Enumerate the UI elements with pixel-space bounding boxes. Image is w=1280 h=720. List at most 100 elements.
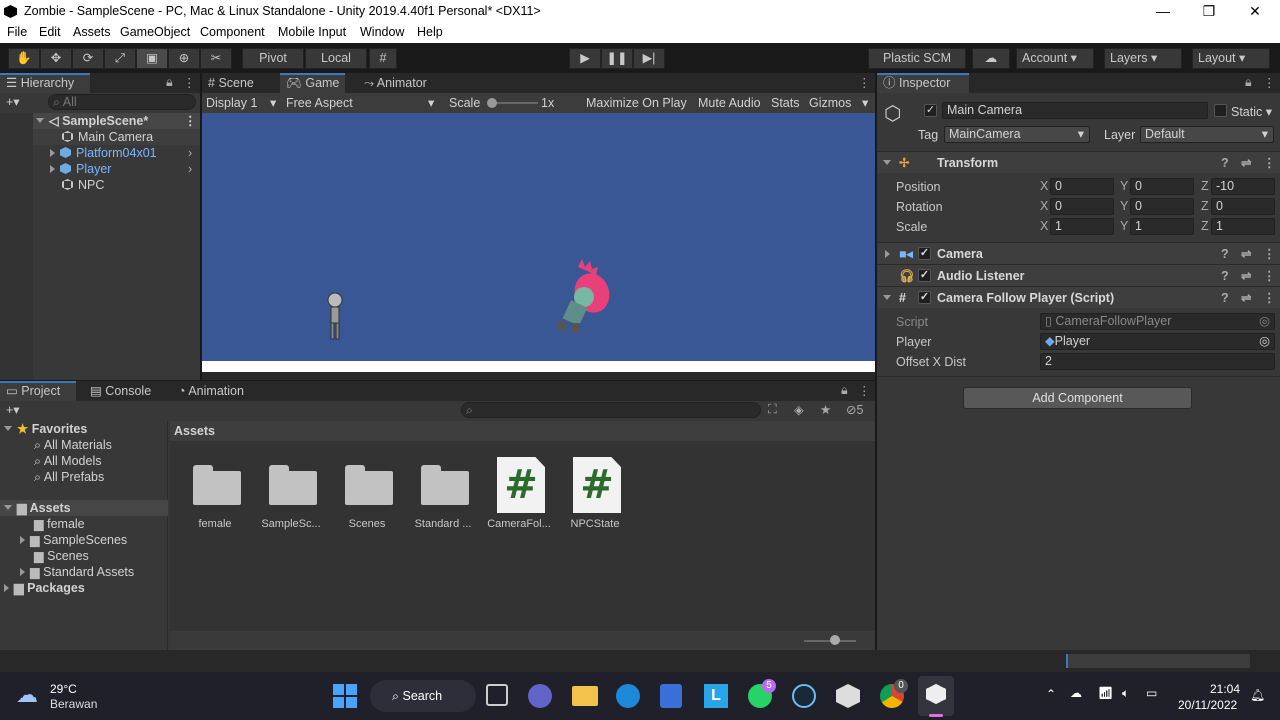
maximize-on-play-button[interactable]: Maximize On Play: [586, 93, 687, 113]
menu-assets[interactable]: Assets: [73, 25, 111, 39]
object-picker-icon[interactable]: ◎: [1259, 334, 1270, 349]
icon-size-slider-handle[interactable]: [830, 635, 840, 645]
task-view-icon[interactable]: [486, 684, 508, 706]
tab-hierarchy[interactable]: ☰ Hierarchy: [0, 73, 90, 93]
steam-icon[interactable]: [792, 684, 816, 708]
folder-icon[interactable]: [345, 465, 393, 505]
hidden-packages-icon[interactable]: ⊘5: [846, 402, 863, 417]
folder-icon[interactable]: [193, 465, 241, 505]
static-checkbox[interactable]: [1214, 104, 1227, 117]
wifi-icon[interactable]: 📶︎: [1098, 686, 1113, 700]
local-toggle-button[interactable]: Local: [305, 48, 367, 69]
position-x-field[interactable]: 0: [1050, 178, 1114, 195]
filter-label-icon[interactable]: ◈: [794, 402, 804, 417]
rotation-x-field[interactable]: 0: [1050, 198, 1114, 215]
move-tool-icon[interactable]: ✥: [40, 48, 72, 69]
tree-folder-samplescenes[interactable]: ▆ SampleScenes: [0, 532, 168, 548]
tray-chevron-up-icon[interactable]: ⌃: [1046, 687, 1056, 701]
transform-header[interactable]: ✢ Transform ? ⇌ ⋮: [877, 151, 1280, 173]
scale-slider-handle[interactable]: [487, 98, 497, 108]
play-button[interactable]: ▶: [569, 48, 601, 69]
tree-folder-female[interactable]: ▆ female: [0, 516, 168, 532]
packages-row[interactable]: ▆ Packages: [0, 580, 168, 596]
folder-icon[interactable]: [421, 465, 469, 505]
stats-button[interactable]: Stats: [771, 93, 800, 113]
hand-tool-icon[interactable]: ✋: [8, 48, 40, 69]
clock-time[interactable]: 21:04: [1210, 682, 1240, 696]
grid-snap-icon[interactable]: #: [369, 48, 397, 69]
close-button[interactable]: ✕: [1232, 0, 1278, 23]
more-icon[interactable]: ⋮: [1263, 75, 1276, 90]
hierarchy-search-input[interactable]: ⌕ All: [48, 94, 196, 110]
layer-dropdown[interactable]: Default ▾: [1140, 126, 1274, 143]
fav-all-materials[interactable]: ⌕ All Materials: [0, 437, 168, 453]
fav-all-prefabs[interactable]: ⌕ All Prefabs: [0, 469, 168, 485]
menu-component[interactable]: Component: [200, 25, 265, 39]
favorite-star-icon[interactable]: ★: [820, 402, 831, 417]
scale-tool-icon[interactable]: ⤢: [104, 48, 136, 69]
scene-menu-icon[interactable]: ⋮: [184, 113, 197, 129]
mute-audio-button[interactable]: Mute Audio: [698, 93, 761, 113]
scale-slider-track[interactable]: [490, 102, 538, 104]
create-plus-icon[interactable]: +▾: [6, 94, 20, 109]
menu-mobile-input[interactable]: Mobile Input: [278, 25, 346, 39]
object-name-field[interactable]: Main Camera: [942, 102, 1208, 119]
onedrive-icon[interactable]: ☁: [1070, 686, 1082, 700]
help-icon[interactable]: ?: [1221, 287, 1229, 309]
chevron-right-icon[interactable]: ›: [188, 145, 192, 161]
csharp-script-icon[interactable]: #: [573, 457, 621, 513]
active-checkbox[interactable]: ✓: [924, 104, 937, 117]
tab-animator[interactable]: ⤳ Animator: [358, 73, 433, 93]
tree-folder-scenes[interactable]: ▆ Scenes: [0, 548, 168, 564]
transform-tool-icon[interactable]: ⊕: [168, 48, 200, 69]
account-dropdown[interactable]: Account ▾: [1016, 48, 1094, 69]
maximize-button[interactable]: ❐: [1186, 0, 1232, 23]
filter-type-icon[interactable]: ⛶: [768, 402, 777, 417]
help-icon[interactable]: ?: [1221, 152, 1229, 174]
unity-hub-icon[interactable]: [836, 684, 860, 708]
component-menu-icon[interactable]: ⋮: [1263, 287, 1276, 309]
scale-z-field[interactable]: 1: [1211, 218, 1275, 235]
add-component-button[interactable]: Add Component: [963, 387, 1192, 409]
battery-icon[interactable]: ▭: [1146, 686, 1157, 700]
l-app-icon[interactable]: L: [704, 684, 728, 708]
tab-inspector[interactable]: ⓘ Inspector: [877, 73, 969, 93]
player-field[interactable]: ◆Player ◎: [1040, 333, 1275, 350]
breadcrumb[interactable]: Assets: [170, 421, 875, 441]
taskbar-search[interactable]: ⌕ Search: [370, 680, 476, 712]
scale-y-field[interactable]: 1: [1130, 218, 1194, 235]
rotate-tool-icon[interactable]: ⟳: [72, 48, 104, 69]
cloud-icon[interactable]: ☁: [972, 48, 1010, 69]
component-menu-icon[interactable]: ⋮: [1263, 152, 1276, 174]
camera-header[interactable]: ■◂ ✓ Camera ? ⇌ ⋮: [877, 242, 1280, 264]
preset-icon[interactable]: ⇌: [1241, 152, 1251, 174]
chevron-right-icon[interactable]: ›: [188, 161, 192, 177]
menu-file[interactable]: File: [7, 25, 27, 39]
custom-tool-icon[interactable]: ✂: [200, 48, 232, 69]
tree-folder-standard-assets[interactable]: ▆ Standard Assets: [0, 564, 168, 580]
tab-game[interactable]: 🎮︎ Game: [280, 73, 346, 93]
static-dropdown[interactable]: Static ▾: [1231, 104, 1272, 119]
teams-chat-icon[interactable]: [528, 684, 552, 708]
script-component-header[interactable]: # ✓ Camera Follow Player (Script) ? ⇌ ⋮: [877, 286, 1280, 308]
edge-browser-icon[interactable]: [616, 684, 640, 708]
pause-button[interactable]: ❚❚: [601, 48, 633, 69]
position-y-field[interactable]: 0: [1130, 178, 1194, 195]
lock-icon[interactable]: 🔒︎: [1245, 75, 1252, 90]
help-icon[interactable]: ?: [1221, 243, 1229, 265]
tab-console[interactable]: ▤ Console: [84, 381, 157, 401]
preset-icon[interactable]: ⇌: [1241, 265, 1251, 287]
camera-enabled-checkbox[interactable]: ✓: [918, 247, 931, 260]
preset-icon[interactable]: ⇌: [1241, 243, 1251, 265]
game-viewport[interactable]: [202, 113, 875, 372]
audio-enabled-checkbox[interactable]: ✓: [918, 269, 931, 282]
tab-animation[interactable]: ◔ Animation: [172, 381, 250, 401]
more-icon[interactable]: ⋮: [858, 75, 871, 90]
menu-gameobject[interactable]: GameObject: [120, 25, 190, 39]
lock-icon[interactable]: 🔒︎: [841, 383, 848, 398]
component-menu-icon[interactable]: ⋮: [1263, 243, 1276, 265]
folder-icon[interactable]: [269, 465, 317, 505]
menu-window[interactable]: Window: [360, 25, 404, 39]
script-enabled-checkbox[interactable]: ✓: [918, 291, 931, 304]
rotation-y-field[interactable]: 0: [1130, 198, 1194, 215]
